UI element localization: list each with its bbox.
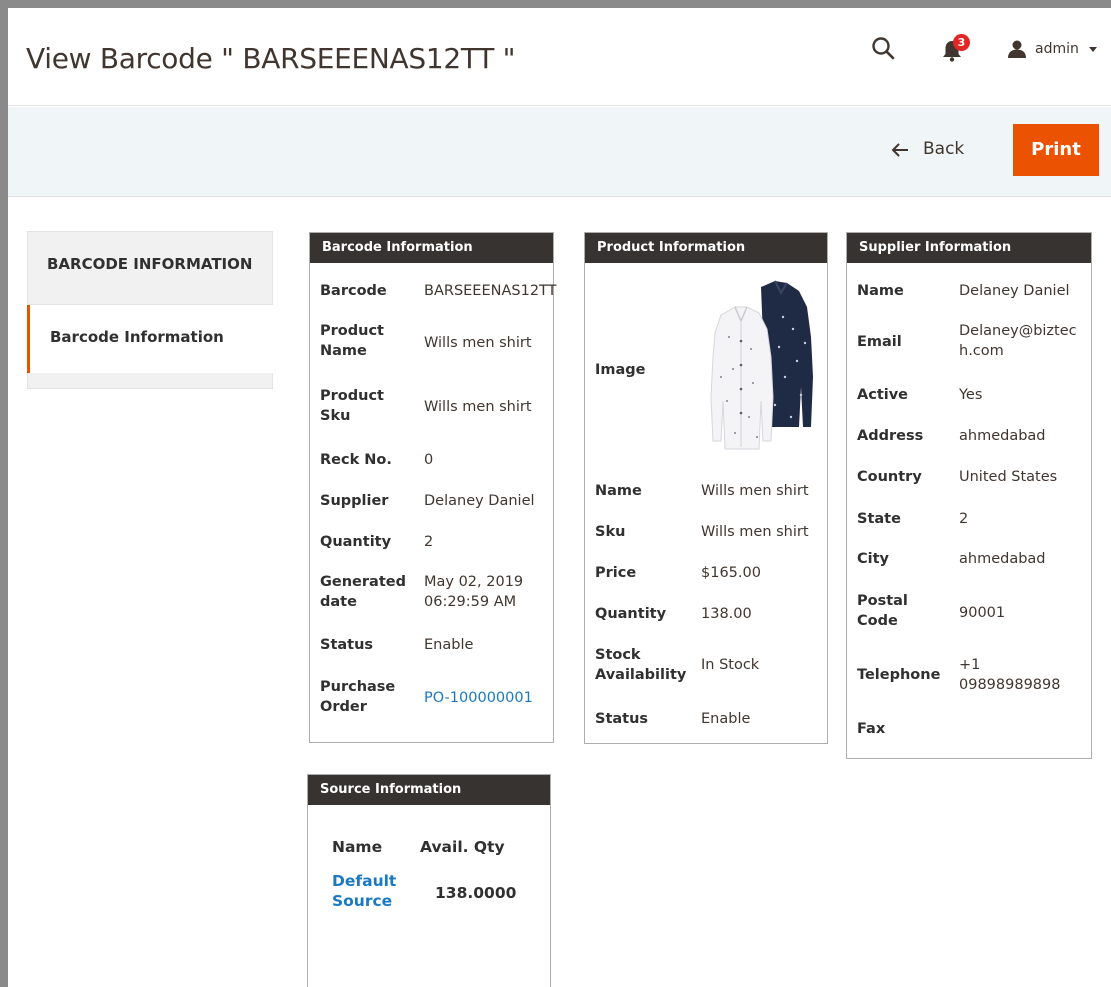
field-value: 2 (424, 534, 434, 550)
page-title: View Barcode " BARSEEENAS12TT " (26, 42, 516, 75)
sidebar: BARCODE INFORMATION Barcode Information (27, 231, 273, 389)
field-label: Reck No. (320, 452, 392, 468)
field-label: Quantity (595, 606, 667, 622)
field-value: BARSEEENAS12TT (424, 283, 557, 299)
field-value: In Stock (701, 657, 760, 673)
field-value: Delaney@biztech.com (959, 323, 1077, 359)
source-link-default[interactable]: Default Source (332, 871, 398, 911)
panel-title: Supplier Information (847, 233, 1091, 263)
user-menu[interactable]: admin (1005, 36, 1105, 64)
search-icon (872, 37, 895, 60)
field-label: Fax (857, 721, 886, 737)
image-label: Image (595, 362, 646, 378)
field-value: Enable (701, 711, 751, 727)
field-label: Price (595, 565, 637, 581)
field-value: United States (959, 469, 1058, 485)
field-label: Supplier (320, 493, 389, 509)
field-value: Wills men shirt (424, 399, 532, 415)
user-icon (1008, 40, 1026, 58)
field-value: 0 (424, 452, 434, 468)
field-value: Wills men shirt (701, 524, 809, 540)
field-label: Stock Availability (595, 647, 687, 683)
field-label: Generated date (320, 574, 406, 610)
sidebar-title: BARCODE INFORMATION (27, 231, 273, 305)
field-label: Name (595, 483, 642, 499)
field-label: Name (857, 283, 904, 299)
field-label: City (857, 551, 889, 567)
field-label: Status (595, 711, 649, 727)
barcode-information-panel: Barcode Information Barcode BARSEEENAS12… (309, 232, 557, 743)
sidebar-item-barcode-information[interactable]: Barcode Information (27, 305, 273, 373)
supplier-information-panel: Supplier Information Name Delaney Daniel… (846, 232, 1092, 759)
notification-count-badge: 3 (953, 34, 970, 51)
field-label: Country (857, 469, 922, 485)
field-value: 2 (959, 511, 969, 527)
panel-title: Barcode Information (310, 233, 553, 263)
field-value: May 02, 2019 06:29:59 AM (424, 574, 524, 610)
field-label: Address (857, 428, 924, 444)
field-label: Sku (595, 524, 626, 540)
back-label: Back (923, 139, 965, 159)
sidebar-footer (27, 373, 273, 389)
print-button[interactable]: Print (1013, 124, 1099, 176)
product-image (710, 280, 813, 450)
field-value: $165.00 (701, 565, 761, 581)
arrow-left-icon (891, 143, 908, 157)
field-value: Wills men shirt (424, 335, 532, 351)
field-label: State (857, 511, 901, 527)
admin-window: View Barcode " BARSEEENAS12TT " 3 admin … (8, 8, 1111, 987)
field-label: Product Name (320, 323, 384, 359)
field-label: Email (857, 334, 902, 350)
field-value: ahmedabad (959, 428, 1046, 444)
column-header-name: Name (332, 838, 383, 856)
field-label: Product Sku (320, 388, 384, 424)
field-label: Telephone (857, 667, 941, 683)
source-avail-qty: 138.0000 (435, 884, 517, 902)
chevron-down-icon (1089, 47, 1097, 52)
field-value: +1 09898989898 (959, 657, 1061, 693)
notifications-button[interactable]: 3 (941, 34, 971, 64)
field-value: Yes (959, 387, 983, 403)
field-value: Delaney Daniel (424, 493, 535, 509)
field-value: ahmedabad (959, 551, 1046, 567)
panel-title: Product Information (585, 233, 827, 263)
field-value: Wills men shirt (701, 483, 809, 499)
field-value: 90001 (959, 605, 1006, 621)
page-header: View Barcode " BARSEEENAS12TT " 3 admin (8, 8, 1111, 106)
field-value: Delaney Daniel (959, 283, 1070, 299)
search-button[interactable] (869, 34, 899, 64)
panel-title: Source Information (308, 775, 550, 805)
purchase-order-link[interactable]: PO-100000001 (424, 688, 533, 708)
page-actions-bar: Back Print (8, 107, 1111, 197)
field-label: Status (320, 637, 374, 653)
column-header-avail-qty: Avail. Qty (420, 838, 505, 856)
user-name: admin (1035, 41, 1079, 57)
field-label: Quantity (320, 534, 392, 550)
product-information-panel: Product Information Image Name Wills men… (584, 232, 828, 744)
field-label: Purchase Order (320, 679, 396, 715)
field-label: Barcode (320, 283, 387, 299)
source-information-panel: Source Information Name Avail. Qty Defau… (307, 774, 551, 987)
field-label: Active (857, 387, 909, 403)
field-value: Enable (424, 637, 474, 653)
field-value: 138.00 (701, 606, 752, 622)
field-label: Postal Code (857, 593, 908, 629)
